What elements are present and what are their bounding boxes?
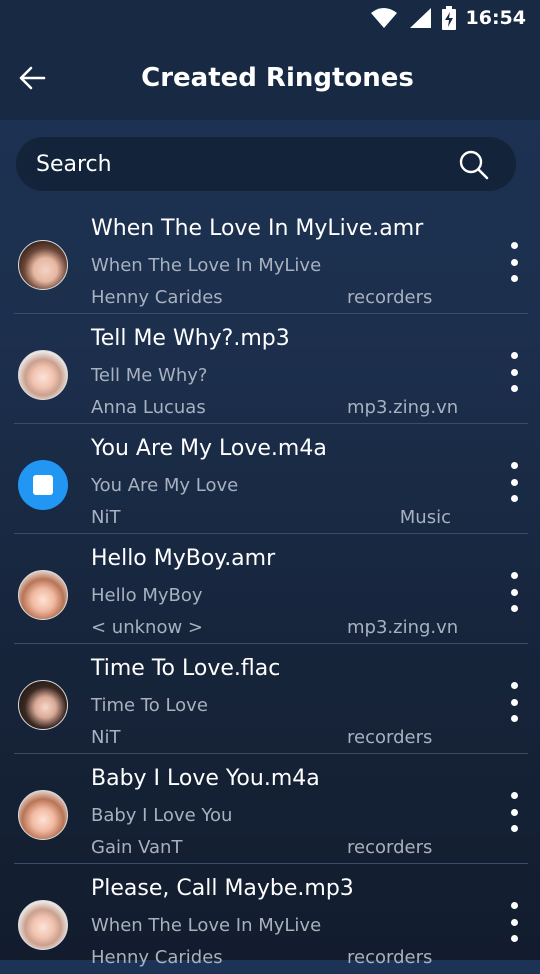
ringtone-row[interactable]: Time To Love.flac Time To Love NiT recor…	[0, 644, 540, 754]
search-icon[interactable]	[458, 149, 490, 181]
ringtone-song: Time To Love	[91, 695, 208, 716]
more-vertical-icon[interactable]	[504, 902, 524, 942]
ringtone-title: Tell Me Why?.mp3	[91, 326, 290, 351]
status-icons: 16:54	[370, 4, 526, 32]
ringtone-row[interactable]: You Are My Love.m4a You Are My Love NiT …	[0, 424, 540, 534]
signal-icon	[409, 8, 431, 28]
search-bar[interactable]	[16, 137, 516, 191]
ringtone-title: Time To Love.flac	[91, 656, 281, 681]
ringtone-artist: NiT	[91, 727, 121, 748]
avatar	[18, 570, 68, 620]
ringtone-row[interactable]: Baby I Love You.m4a Baby I Love You Gain…	[0, 754, 540, 864]
avatar	[18, 680, 68, 730]
ringtone-source: recorders	[347, 287, 433, 308]
ringtone-artist: Anna Lucuas	[91, 397, 206, 418]
ringtone-source: recorders	[347, 727, 433, 748]
ringtone-title: You Are My Love.m4a	[91, 436, 327, 461]
ringtone-artist: Gain VanT	[91, 837, 183, 858]
avatar	[18, 350, 68, 400]
more-vertical-icon[interactable]	[504, 682, 524, 722]
avatar	[18, 790, 68, 840]
ringtone-title: Hello MyBoy.amr	[91, 546, 276, 571]
ringtone-artist: < unknow >	[91, 617, 203, 638]
more-vertical-icon[interactable]	[504, 352, 524, 392]
ringtone-source: Music	[399, 507, 451, 528]
ringtone-title: When The Love In MyLive.amr	[91, 216, 424, 241]
status-time: 16:54	[465, 7, 526, 29]
ringtone-title: Baby I Love You.m4a	[91, 766, 320, 791]
ringtone-row[interactable]: Please, Call Maybe.mp3 When The Love In …	[0, 864, 540, 974]
ringtone-song: When The Love In MyLive	[91, 255, 322, 276]
ringtone-song: You Are My Love	[91, 475, 239, 496]
ringtone-title: Please, Call Maybe.mp3	[91, 876, 354, 901]
ringtone-song: Tell Me Why?	[91, 365, 208, 386]
avatar	[18, 240, 68, 290]
avatar	[18, 900, 68, 950]
more-vertical-icon[interactable]	[504, 792, 524, 832]
ringtone-artist: Henny Carides	[91, 947, 223, 968]
more-vertical-icon[interactable]	[504, 242, 524, 282]
ringtone-row[interactable]: When The Love In MyLive.amr When The Lov…	[0, 204, 540, 314]
ringtone-list: When The Love In MyLive.amr When The Lov…	[0, 204, 540, 974]
ringtone-song: Baby I Love You	[91, 805, 233, 826]
more-vertical-icon[interactable]	[504, 462, 524, 502]
app-bar: Created Ringtones	[0, 36, 540, 120]
ringtone-song: Hello MyBoy	[91, 585, 203, 606]
ringtone-song: When The Love In MyLive	[91, 915, 322, 936]
search-input[interactable]	[36, 137, 456, 191]
more-vertical-icon[interactable]	[504, 572, 524, 612]
ringtone-row[interactable]: Hello MyBoy.amr Hello MyBoy < unknow > m…	[0, 534, 540, 644]
ringtone-source: mp3.zing.vn	[347, 397, 459, 418]
audio-file-icon	[18, 460, 68, 510]
ringtone-artist: NiT	[91, 507, 121, 528]
ringtone-source: mp3.zing.vn	[347, 617, 459, 638]
battery-charging-icon	[441, 6, 456, 30]
page-title: Created Ringtones	[141, 63, 414, 93]
ringtone-source: recorders	[347, 837, 433, 858]
ringtone-artist: Henny Carides	[91, 287, 223, 308]
wifi-icon	[370, 8, 397, 28]
ringtone-source: recorders	[347, 947, 433, 968]
status-bar: 16:54	[0, 0, 540, 36]
ringtone-row[interactable]: Tell Me Why?.mp3 Tell Me Why? Anna Lucua…	[0, 314, 540, 424]
